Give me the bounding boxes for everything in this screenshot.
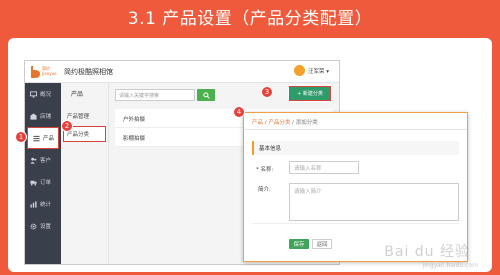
breadcrumb-category[interactable]: 产品分类 xyxy=(268,120,290,126)
breadcrumb-current: 添加分类 xyxy=(295,120,318,126)
sidebar-item-label: 订单 xyxy=(40,180,52,186)
sidebar-item-customer[interactable]: 客户 xyxy=(25,149,61,171)
sidebar-item-label: 统计 xyxy=(40,202,52,208)
step-badge-2: 2 xyxy=(61,120,73,132)
back-button[interactable]: 返回 xyxy=(312,239,332,249)
watermark-url: jingyan.baidu.com xyxy=(422,262,478,269)
divider xyxy=(244,129,467,130)
logo-text: 简约 Jianyue xyxy=(42,66,57,76)
list-icon xyxy=(33,135,40,141)
sidebar-item-label: 设置 xyxy=(40,224,52,230)
description-label: 简介: xyxy=(258,187,271,193)
users-icon xyxy=(30,157,37,164)
breadcrumb-separator: / xyxy=(264,120,267,126)
sidebar-item-label: 概况 xyxy=(40,92,52,98)
sub-nav: 产品 产品管理 产品分类 xyxy=(61,83,109,264)
sidebar-item-order[interactable]: 订单 xyxy=(25,171,61,193)
user-menu[interactable]: 汪军荣 ▾ xyxy=(293,65,329,76)
top-bar: 简约 Jianyue 简约极酷照相馆 汪军荣 ▾ xyxy=(25,61,339,83)
app-logo: 简约 Jianyue xyxy=(29,64,57,80)
sidebar-item-label: 产品 xyxy=(43,136,55,142)
search-button[interactable] xyxy=(197,89,215,101)
breadcrumb-product[interactable]: 产品 xyxy=(252,120,263,126)
section-header: 基本信息 xyxy=(252,141,459,155)
truck-icon xyxy=(30,180,37,185)
breadcrumb: 产品 / 产品分类 / 添加分类 xyxy=(252,118,318,126)
save-button[interactable]: 保存 xyxy=(289,239,309,249)
step-badge-4: 4 xyxy=(233,106,245,118)
chart-icon xyxy=(30,200,37,208)
divider xyxy=(252,223,459,224)
sidebar-item-settings[interactable]: 设置 xyxy=(25,215,61,237)
step-badge-1: 1 xyxy=(15,131,27,143)
search-icon xyxy=(202,91,210,99)
name-field[interactable]: 请输入名称 xyxy=(289,161,359,174)
sidebar-item-product[interactable]: 产品 xyxy=(27,127,59,149)
sidebar-item-label: 店铺 xyxy=(40,114,52,120)
sub-nav-title: 产品 xyxy=(71,91,84,98)
sidebar: 概况 店铺 产品 客户 订单 统计 设置 xyxy=(25,83,61,264)
watermark-logo: Bai du 经验 xyxy=(384,244,470,260)
logo-text-bottom: Jianyue xyxy=(42,71,57,76)
sidebar-item-overview[interactable]: 概况 xyxy=(25,83,61,105)
breadcrumb-separator: / xyxy=(292,120,294,126)
description-field[interactable]: 请输入简介 xyxy=(289,183,459,221)
logo-icon xyxy=(31,66,40,78)
app-name: 简约极酷照相馆 xyxy=(64,68,113,76)
store-icon xyxy=(30,112,37,120)
monitor-icon xyxy=(30,90,37,98)
name-label: * 名称: xyxy=(256,167,274,173)
step-badge-3: 3 xyxy=(261,86,273,98)
avatar[interactable] xyxy=(293,65,305,76)
gear-icon xyxy=(30,223,37,229)
search-input[interactable]: 请输入关键字搜索 xyxy=(115,89,195,101)
sidebar-item-store[interactable]: 店铺 xyxy=(25,105,61,127)
new-category-button[interactable]: + 新建分类 xyxy=(288,85,332,102)
sidebar-item-stats[interactable]: 统计 xyxy=(25,193,61,215)
add-category-dialog: 产品 / 产品分类 / 添加分类 基本信息 * 名称: 请输入名称 简介: 请输… xyxy=(243,112,468,262)
user-name[interactable]: 汪军荣 ▾ xyxy=(308,67,329,75)
banner-title: 3.1 产品设置（产品分类配置） xyxy=(127,9,373,29)
sidebar-item-label: 客户 xyxy=(40,158,52,164)
